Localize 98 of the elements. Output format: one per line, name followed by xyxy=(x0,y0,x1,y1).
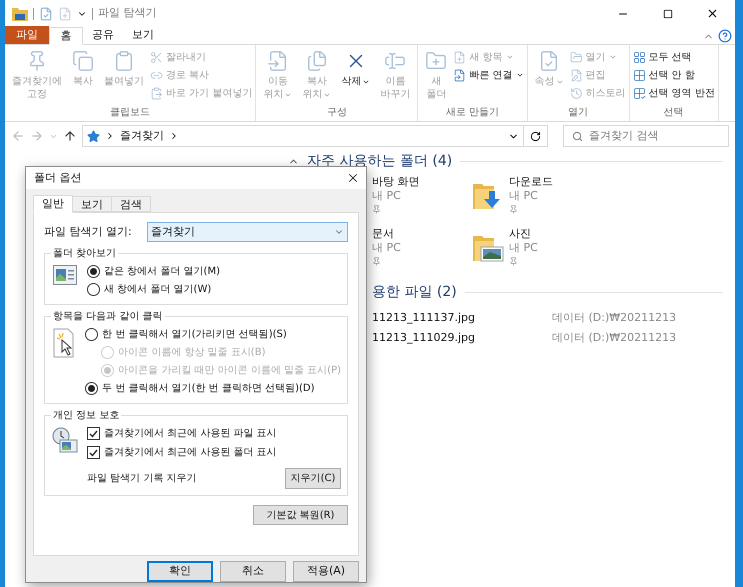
dialog-button[interactable]: 취소 xyxy=(220,561,286,582)
dialog-title: 폴더 옵션 xyxy=(34,170,82,186)
section-header[interactable]: 용한 파일 (2) xyxy=(372,282,457,302)
folder-name: 바탕 화면 xyxy=(372,174,420,189)
file-location: 데이터 (D:)₩20211213 xyxy=(552,310,676,326)
rename-icon xyxy=(384,50,406,72)
radio-label: 아이콘을 가리킬 때만 아이콘 이름에 밑줄 표시(P) xyxy=(118,364,341,378)
maximize-icon xyxy=(662,8,672,18)
group-title: 폴더 찾아보기 xyxy=(52,247,118,261)
dialog-tab[interactable]: 보기 xyxy=(73,196,112,212)
file-row[interactable]: 11213_111137.jpg 데이터 (D:)₩20211213 xyxy=(372,308,723,328)
checkbox-label: 즐겨찾기에서 최근에 사용된 파일 표시 xyxy=(104,427,277,441)
folder-icon xyxy=(12,6,28,20)
breadcrumb[interactable]: 즐겨찾기 xyxy=(120,128,164,144)
ribbon-button[interactable]: 모두 선택 xyxy=(632,48,715,66)
restore-defaults-button[interactable]: 기본값 복원(R) xyxy=(253,505,348,525)
check-icon xyxy=(89,430,98,438)
copy-icon xyxy=(72,50,94,72)
radio-label: 두 번 클릭해서 열기(한 번 클릭하면 선택됨)(D) xyxy=(102,382,314,396)
refresh-button[interactable] xyxy=(524,125,548,147)
clear-history-label: 파일 탐색기 기록 지우기 xyxy=(87,472,197,486)
invert-selection-icon xyxy=(632,86,646,100)
file-row[interactable]: 11213_111029.jpg 데이터 (D:)₩20211213 xyxy=(372,328,723,348)
folder-location: 내 PC xyxy=(372,189,402,203)
ribbon-button[interactable]: 삭제 xyxy=(337,48,374,88)
shortcut-icon xyxy=(453,68,466,82)
radio-button[interactable] xyxy=(85,382,98,394)
ribbon-button[interactable]: 선택 안 함 xyxy=(632,66,715,84)
folder-name: 문서 xyxy=(372,226,395,241)
group-label: 새로 만들기 xyxy=(444,106,500,120)
ribbon-tab[interactable]: 홈 xyxy=(49,27,83,45)
search-icon xyxy=(572,130,583,142)
ribbon-tab[interactable]: 공유 xyxy=(83,26,123,44)
folder-location: 내 PC xyxy=(509,189,539,203)
refresh-icon xyxy=(530,130,541,142)
dialog-tab[interactable]: 일반 xyxy=(33,195,73,213)
pictures-folder-icon xyxy=(472,233,504,263)
close-icon[interactable] xyxy=(346,171,360,185)
ribbon-button[interactable]: 빠른 연결 xyxy=(453,66,524,84)
dialog-tab[interactable]: 검색 xyxy=(112,196,151,212)
ribbon-tab[interactable]: 보기 xyxy=(123,26,163,44)
group-label: 선택 xyxy=(662,106,685,120)
select-none-icon xyxy=(632,68,646,82)
folder-location: 내 PC xyxy=(372,241,401,255)
close-icon xyxy=(706,7,719,20)
file-location: 데이터 (D:)₩20211213 xyxy=(552,330,676,346)
radio-button[interactable] xyxy=(87,264,100,278)
checkbox[interactable] xyxy=(87,446,100,459)
radio-label: 아이콘 이름에 항상 밑줄 표시(B) xyxy=(118,346,266,360)
copy-icon xyxy=(306,50,328,72)
radio-button[interactable] xyxy=(87,282,100,296)
radio-label: 같은 창에서 폴더 열기(M) xyxy=(104,264,220,278)
dialog-button[interactable]: 적용(A) xyxy=(293,561,359,582)
up-icon[interactable] xyxy=(63,129,77,143)
file-name: 11213_111029.jpg xyxy=(372,330,476,346)
group-title: 항목을 다음과 같이 클릭 xyxy=(52,310,164,324)
file-name: 11213_111137.jpg xyxy=(372,310,476,326)
new-item-icon xyxy=(453,50,466,64)
ribbon-button[interactable]: 선택 영역 반전 xyxy=(632,84,715,102)
window-icon xyxy=(53,265,77,285)
group-label: 클립보드 xyxy=(109,106,152,120)
window-title: 파일 탐색기 xyxy=(98,5,156,22)
paste-icon xyxy=(150,86,163,100)
history-icon xyxy=(570,86,583,100)
open-icon xyxy=(570,50,583,64)
check-icon xyxy=(89,448,98,456)
document-cursor-icon xyxy=(53,328,76,358)
dialog-button[interactable]: 확인 xyxy=(147,561,213,582)
move-icon xyxy=(266,50,289,72)
folder-tile[interactable]: 다운로드 내 PC xyxy=(509,174,723,218)
radio-label: 한 번 클릭해서 열기(가리키면 선택됨)(S) xyxy=(102,328,287,342)
group-title: 개인 정보 보호 xyxy=(52,409,120,423)
checkbox-label: 즐겨찾기에서 최근에 사용된 폴더 표시 xyxy=(104,446,277,460)
group-label: 구성 xyxy=(326,106,348,120)
clipboard-icon xyxy=(113,50,135,72)
star-icon xyxy=(87,130,100,142)
folder-name: 다운로드 xyxy=(509,174,553,189)
radio-label: 새 창에서 폴더 열기(W) xyxy=(104,282,212,296)
ribbon-tab[interactable]: 파일 xyxy=(5,26,49,44)
radio-button[interactable] xyxy=(85,328,98,340)
open-with-label: 파일 탐색기 열기: xyxy=(44,224,133,240)
clear-button[interactable]: 지우기(C) xyxy=(285,468,341,489)
edit-icon xyxy=(570,68,583,82)
folder-name: 사진 xyxy=(509,226,532,241)
select-all-icon xyxy=(632,50,646,64)
search-field[interactable]: 즐겨찾기 검색 xyxy=(563,125,729,147)
scissors-icon xyxy=(150,50,163,64)
folder-tile[interactable]: 문서 내 PC xyxy=(372,226,509,270)
folder-tile[interactable]: 바탕 화면 내 PC xyxy=(372,174,509,218)
checkbox[interactable] xyxy=(87,427,100,440)
folder-tile[interactable]: 사진 내 PC xyxy=(509,226,723,270)
help-icon[interactable] xyxy=(718,29,732,43)
open-with-select[interactable]: 즐겨찾기 xyxy=(147,222,348,242)
clock-picture-icon xyxy=(52,427,78,453)
group-label: 열기 xyxy=(567,106,590,120)
folder-location: 내 PC xyxy=(509,241,538,255)
address-bar[interactable]: 즐겨찾기 xyxy=(82,125,524,147)
new-folder-icon xyxy=(425,50,448,72)
